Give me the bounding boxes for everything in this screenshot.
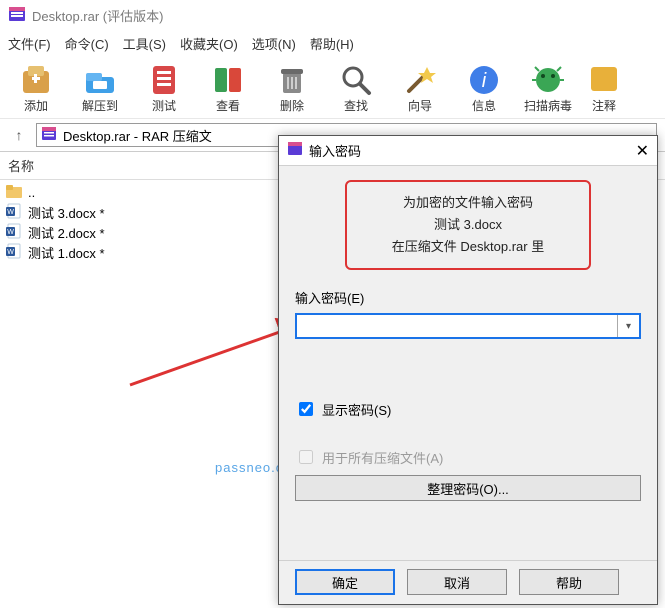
comment-icon [587, 63, 621, 97]
show-password-checkbox[interactable]: 显示密码(S) [295, 399, 641, 419]
svg-text:W: W [7, 229, 14, 236]
dialog-icon [287, 141, 303, 160]
menu-options[interactable]: 选项(N) [252, 34, 296, 53]
info-icon: i [467, 63, 501, 97]
window-title: Desktop.rar (评估版本) [32, 6, 163, 25]
menu-favorites[interactable]: 收藏夹(O) [180, 34, 238, 53]
menu-tools[interactable]: 工具(S) [123, 34, 166, 53]
menu-file[interactable]: 文件(F) [8, 34, 51, 53]
tool-delete[interactable]: 删除 [266, 61, 318, 114]
close-icon[interactable]: ✕ [636, 141, 649, 161]
ok-button[interactable]: 确定 [295, 569, 395, 595]
tool-wizard[interactable]: 向导 [394, 61, 446, 114]
dialog-title: 输入密码 [309, 141, 361, 160]
tool-info[interactable]: i信息 [458, 61, 510, 114]
docx-icon: W [6, 223, 22, 242]
toolbar: 添加 解压到 测试 查看 删除 查找 向导 i信息 扫描病毒 注释 [0, 57, 665, 119]
password-dialog: 输入密码 ✕ 为加密的文件输入密码 测试 3.docx 在压缩文件 Deskto… [278, 135, 658, 605]
cancel-button[interactable]: 取消 [407, 569, 507, 595]
address-text: Desktop.rar - RAR 压缩文 [63, 126, 212, 145]
app-icon [8, 5, 26, 26]
dialog-titlebar[interactable]: 输入密码 ✕ [279, 136, 657, 166]
organize-passwords-button[interactable]: 整理密码(O)... [295, 475, 641, 501]
tool-add[interactable]: 添加 [10, 61, 62, 114]
folder-icon [6, 184, 22, 201]
chevron-down-icon[interactable]: ▾ [617, 315, 639, 337]
delete-icon [275, 63, 309, 97]
svg-text:W: W [7, 249, 14, 256]
view-icon [211, 63, 245, 97]
scan-icon [531, 63, 565, 97]
extract-icon [83, 63, 117, 97]
password-label: 输入密码(E) [295, 288, 641, 307]
menu-help[interactable]: 帮助(H) [310, 34, 354, 53]
dialog-footer: 确定 取消 帮助 [279, 560, 657, 603]
password-combo[interactable]: ▾ [295, 313, 641, 339]
tool-extract[interactable]: 解压到 [74, 61, 126, 114]
archive-icon [41, 126, 57, 145]
window-titlebar: Desktop.rar (评估版本) [0, 0, 665, 30]
menu-bar: 文件(F) 命令(C) 工具(S) 收藏夹(O) 选项(N) 帮助(H) [0, 30, 665, 57]
add-icon [19, 63, 53, 97]
svg-text:i: i [482, 70, 487, 92]
message-box: 为加密的文件输入密码 测试 3.docx 在压缩文件 Desktop.rar 里 [345, 180, 591, 270]
docx-icon: W [6, 243, 22, 262]
help-button[interactable]: 帮助 [519, 569, 619, 595]
tool-test[interactable]: 测试 [138, 61, 190, 114]
docx-icon: W [6, 203, 22, 222]
tool-scan[interactable]: 扫描病毒 [522, 61, 574, 114]
apply-all-checkbox[interactable]: 用于所有压缩文件(A) [295, 447, 641, 467]
find-icon [339, 63, 373, 97]
tool-find[interactable]: 查找 [330, 61, 382, 114]
up-button[interactable]: ↑ [8, 124, 30, 146]
menu-commands[interactable]: 命令(C) [65, 34, 109, 53]
wizard-icon [403, 63, 437, 97]
password-input[interactable] [297, 315, 617, 337]
test-icon [147, 63, 181, 97]
tool-view[interactable]: 查看 [202, 61, 254, 114]
svg-text:W: W [7, 209, 14, 216]
tool-comment[interactable]: 注释 [586, 61, 622, 114]
